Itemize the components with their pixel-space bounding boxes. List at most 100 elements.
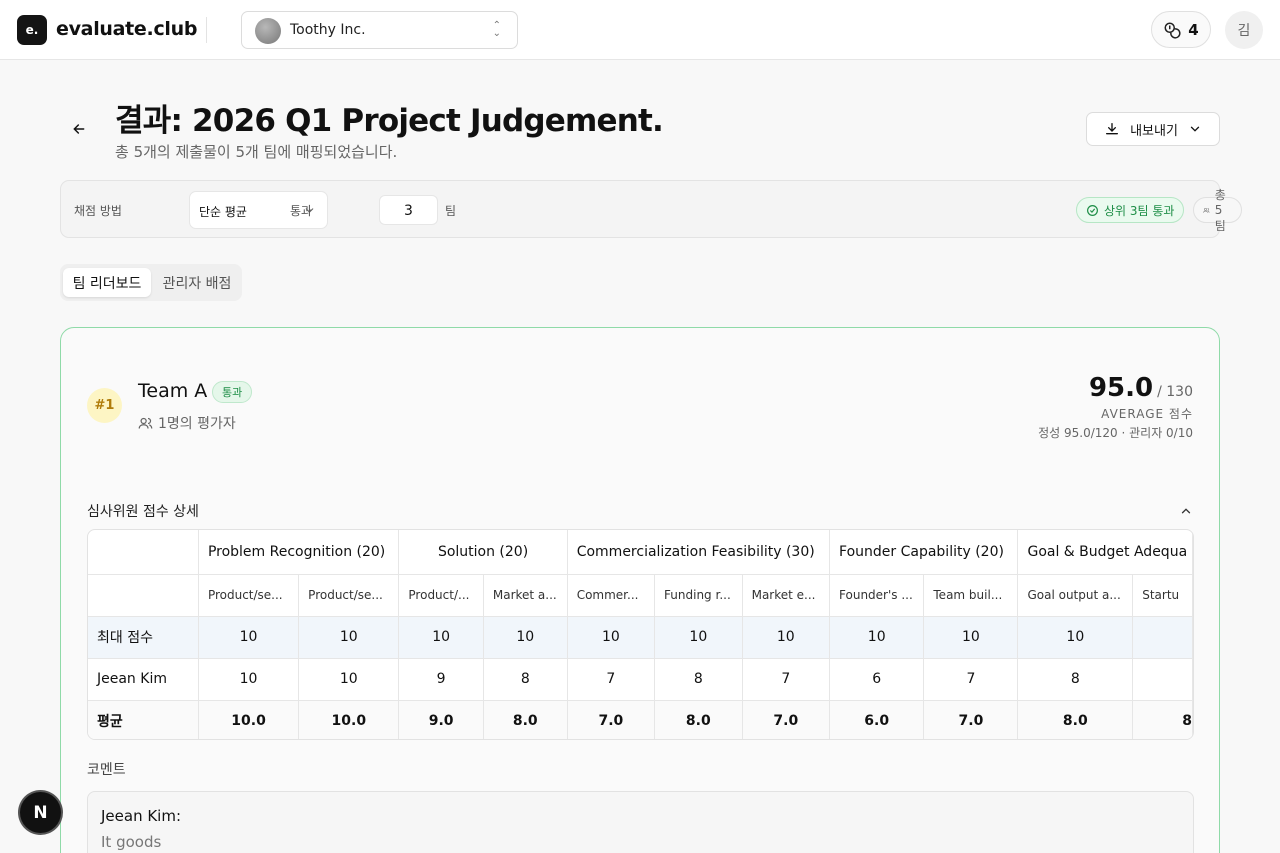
pass-badge: 상위 3팀 통과 [1076, 197, 1185, 223]
row-label: 평균 [88, 700, 199, 739]
chevron-down-icon [1190, 126, 1200, 132]
team-card: #1 Team A 통과 1명의 평가자 95.0/ 130 AVERAGE 점… [60, 327, 1220, 853]
score-cell: 10 [298, 658, 400, 701]
tab-admin-scoring[interactable]: 관리자 배점 [155, 268, 239, 297]
organization-avatar [255, 18, 281, 44]
criterion-header: Market e... [742, 574, 831, 617]
score-cell: 6 [829, 658, 925, 701]
download-icon [1106, 123, 1119, 135]
comment-author: Jeean Kim: [101, 807, 182, 825]
pass-count-input[interactable]: 3 [379, 195, 438, 225]
score-detail: 정성 95.0/120 · 관리자 0/10 [1038, 426, 1193, 440]
section-title: 심사위원 점수 상세 [87, 504, 199, 520]
score-value: 95.0 [1088, 373, 1154, 403]
score-cell: 10.0 [298, 700, 400, 739]
score-cell [1132, 658, 1193, 701]
score-cell: 10 [198, 658, 300, 701]
user-avatar[interactable]: 김 [1225, 11, 1263, 49]
score-cell: 9 [398, 658, 484, 701]
score-cell: 8.0 [1017, 700, 1134, 739]
score-cell: 7.0 [742, 700, 831, 739]
score-table: Problem Recognition (20) Solution (20) C… [88, 530, 1193, 739]
top-bar: e. evaluate.club Toothy Inc. ⌃ ⌄ 4 김 [0, 0, 1280, 60]
score-value-line: 95.0/ 130 [1038, 373, 1193, 403]
score-cell: 10 [567, 616, 656, 659]
page-title: 결과: 2026 Q1 Project Judgement. [115, 103, 664, 139]
score-cell: 7.0 [567, 700, 656, 739]
comment-text: It goods [101, 833, 162, 851]
scoring-method-value: 단순 평균 [199, 205, 247, 219]
export-button[interactable]: 내보내기 [1086, 112, 1220, 146]
score-cell: 6.0 [829, 700, 925, 739]
users-icon [138, 417, 153, 429]
coins-icon [1164, 22, 1181, 38]
status-badge: 통과 [212, 381, 253, 403]
criterion-header: Product/se... [298, 574, 400, 617]
score-cell: 10 [742, 616, 831, 659]
group-header-row: Problem Recognition (20) Solution (20) C… [88, 530, 1193, 575]
score-cell: 10.0 [198, 700, 300, 739]
criterion-header: Goal output a... [1017, 574, 1134, 617]
chevron-up-icon [1181, 508, 1191, 514]
score-cell: 8 [483, 658, 568, 701]
score-cell: 10 [483, 616, 568, 659]
row-label: Jeean Kim [88, 658, 199, 701]
score-cell: 8 [1132, 700, 1193, 739]
pass-label: 통과 [290, 204, 313, 218]
team-name: Team A [138, 380, 208, 402]
score-summary: 95.0/ 130 AVERAGE 점수 정성 95.0/120 · 관리자 0… [1038, 373, 1193, 441]
corner-cell [88, 574, 199, 617]
logo-text[interactable]: evaluate.club [56, 18, 197, 40]
tab-team-leaderboard[interactable]: 팀 리더보드 [63, 268, 151, 297]
check-circle-icon [1087, 204, 1098, 216]
score-cell: 7.0 [923, 700, 1019, 739]
score-cell: 10 [923, 616, 1019, 659]
criterion-header: Commer... [567, 574, 656, 617]
table-row: 최대 점수 10 10 10 10 10 10 10 10 10 10 [88, 616, 1193, 659]
group-header: Solution (20) [398, 530, 568, 575]
score-cell: 10 [398, 616, 484, 659]
table-row: Jeean Kim 10 10 9 8 7 8 7 6 7 8 [88, 658, 1193, 701]
rank-badge: #1 [87, 388, 122, 423]
score-cell [1132, 616, 1193, 659]
organization-name: Toothy Inc. [290, 22, 366, 38]
view-tabs: 팀 리더보드 관리자 배점 [60, 264, 242, 301]
pass-badge-text: 상위 3팀 통과 [1104, 203, 1175, 218]
score-cell: 7 [923, 658, 1019, 701]
pass-unit: 팀 [445, 204, 457, 218]
group-header: Goal & Budget Adequa [1017, 530, 1193, 575]
score-cell: 7 [742, 658, 831, 701]
score-max: / 130 [1157, 384, 1193, 400]
arrow-left-icon [73, 124, 85, 134]
score-cell: 10 [654, 616, 743, 659]
table-row: 평균 10.0 10.0 9.0 8.0 7.0 8.0 7.0 6.0 7.0… [88, 700, 1193, 739]
filter-bar: 채점 방법 단순 평균 통과 3 팀 상위 3팀 통과 총 5팀 [60, 180, 1243, 238]
score-cell: 10 [198, 616, 300, 659]
evaluator-count: 1명의 평가자 [138, 413, 236, 433]
comment-card: Jeean Kim: It goods [87, 791, 1194, 853]
score-label: AVERAGE 점수 [1101, 407, 1193, 421]
criterion-header: Startu [1132, 574, 1193, 617]
credits-button[interactable]: 4 [1151, 11, 1211, 48]
criterion-header: Product/... [398, 574, 484, 617]
criterion-header: Founder's ... [829, 574, 925, 617]
chevron-up-down-icon: ⌃ ⌄ [492, 20, 501, 39]
group-header: Problem Recognition (20) [198, 530, 400, 575]
row-label: 최대 점수 [88, 616, 199, 659]
score-cell: 10 [298, 616, 400, 659]
score-cell: 8 [1017, 658, 1134, 701]
criterion-header: Funding r... [654, 574, 743, 617]
organization-select[interactable]: Toothy Inc. ⌃ ⌄ [241, 11, 518, 49]
back-button[interactable] [68, 118, 90, 140]
score-cell: 10 [1017, 616, 1134, 659]
collapse-button[interactable] [1179, 503, 1193, 522]
score-cell: 8.0 [483, 700, 568, 739]
score-cell: 8 [654, 658, 743, 701]
evaluator-count-text: 1명의 평가자 [158, 416, 236, 432]
dev-indicator-button[interactable]: N [20, 792, 61, 833]
credits-count: 4 [1188, 20, 1199, 39]
score-table-container[interactable]: Problem Recognition (20) Solution (20) C… [87, 529, 1194, 740]
logo-icon[interactable]: e. [17, 15, 47, 45]
score-cell: 8.0 [654, 700, 743, 739]
group-header: Founder Capability (20) [829, 530, 1019, 575]
